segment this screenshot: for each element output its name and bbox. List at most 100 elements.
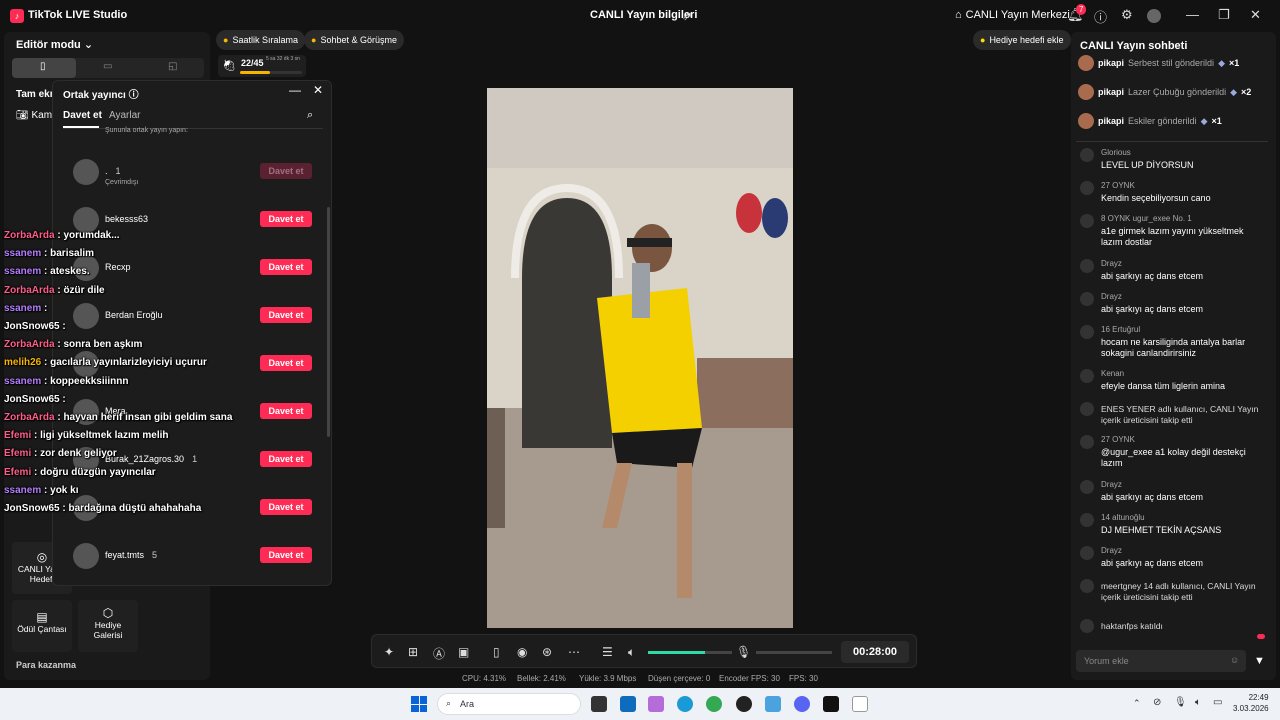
overlay-user: ZorbaArda xyxy=(4,284,55,296)
avatar[interactable] xyxy=(1147,9,1161,23)
system-clock[interactable]: 22:49 3.03.2026 xyxy=(1233,692,1269,714)
live-center-button[interactable]: ⌂ CANLI Yayın Merkezi xyxy=(955,9,1070,21)
invite-button[interactable]: Davet et xyxy=(260,259,312,275)
overlay-text: özür dile xyxy=(63,284,105,296)
close-dialog-icon[interactable]: ✕ xyxy=(313,83,323,97)
gift-goal-widget[interactable]: 🍓︎ 22/45 5 sa 32 dk 3 sn xyxy=(218,55,306,77)
share-icon[interactable]: ⇗ xyxy=(682,9,692,23)
scrollbar[interactable] xyxy=(327,207,330,437)
chat-username[interactable]: 14 altunoğlu xyxy=(1101,513,1145,522)
chat-username[interactable]: Kenan xyxy=(1101,369,1124,378)
upload-stat: Yükle: 3.9 Mbps xyxy=(579,674,637,683)
landscape-icon[interactable]: ▭ xyxy=(103,61,112,72)
search-icon[interactable]: ⌕ xyxy=(307,109,313,122)
notification-badge: 7 xyxy=(1076,4,1087,15)
caption-icon[interactable]: ▣ xyxy=(458,645,469,659)
overlay-text: doğru düzgün yayıncılar xyxy=(40,466,156,478)
battery-icon[interactable]: ▭ xyxy=(1213,697,1222,708)
close-icon[interactable]: ✕ xyxy=(1250,7,1261,23)
chat-username[interactable]: Glorious xyxy=(1101,148,1131,157)
replay-icon[interactable]: ⊛ xyxy=(542,645,552,659)
obs-app-icon[interactable] xyxy=(736,696,752,712)
orientation-segment[interactable]: ▯ ▭ ◱ xyxy=(12,58,204,78)
help-icon[interactable]: ⓘ xyxy=(1094,7,1107,26)
avatar xyxy=(1080,619,1094,633)
edge-app-icon[interactable] xyxy=(677,696,693,712)
settings-app-icon[interactable] xyxy=(765,696,781,712)
overlay-text: yorumdak... xyxy=(63,230,120,241)
phone-icon[interactable]: ▯ xyxy=(493,645,500,659)
tiktok-app-icon[interactable] xyxy=(823,696,839,712)
reward-bag-button[interactable]: ▤ Ödül Çantası xyxy=(12,600,72,652)
gift-gallery-button[interactable]: ⬡ Hediye Galerisi xyxy=(78,600,138,652)
record-icon[interactable]: ◉ xyxy=(517,645,527,659)
outlook-app-icon[interactable] xyxy=(620,696,636,712)
add-gift-goal-pill[interactable]: ● Hediye hedefi ekle xyxy=(973,30,1071,50)
discord-app-icon[interactable] xyxy=(794,696,810,712)
invite-button[interactable]: Davet et xyxy=(260,163,312,179)
invite-button[interactable]: Davet et xyxy=(260,499,312,515)
comment-input[interactable]: Yorum ekle ☺ xyxy=(1076,650,1246,672)
speaker-icon[interactable]: 🔈︎ xyxy=(628,645,635,660)
chat-username[interactable]: Drayz xyxy=(1101,480,1122,489)
volume-slider[interactable] xyxy=(648,651,732,654)
tab-invite[interactable]: Davet et xyxy=(63,110,102,121)
minimize-dialog-icon[interactable]: — xyxy=(289,83,301,97)
chat-username[interactable]: 27 OYNK xyxy=(1101,181,1135,190)
chat-username[interactable]: 16 Ertuğrul xyxy=(1101,325,1140,334)
network-icon[interactable]: ⊘ xyxy=(1153,697,1161,708)
invite-button[interactable]: Davet et xyxy=(260,403,312,419)
settings-sliders-icon[interactable]: ☰ xyxy=(602,645,613,659)
translate-icon[interactable]: ⊞ xyxy=(408,645,418,659)
invite-button[interactable]: Davet et xyxy=(260,547,312,563)
divider xyxy=(63,128,323,129)
microphone-icon[interactable]: 🎙︎ xyxy=(736,645,751,659)
system-message: meertgney 14 adlı kullanıcı, CANLI Yayın… xyxy=(1101,581,1256,602)
chevron-up-icon[interactable]: ⌃ xyxy=(1133,698,1141,709)
invite-button[interactable]: Davet et xyxy=(260,451,312,467)
more-icon[interactable]: ⋯ xyxy=(568,645,580,659)
send-icon[interactable]: ▼ xyxy=(1254,655,1265,667)
overlay-user: JonSnow65 xyxy=(4,503,60,514)
magic-icon[interactable]: ✦ xyxy=(384,645,394,659)
mic-tray-icon[interactable]: 🎙︎ xyxy=(1174,697,1187,708)
memory-stat: Bellek: 2.41% xyxy=(517,674,566,683)
maximize-icon[interactable]: ❐ xyxy=(1218,7,1230,23)
chat-username[interactable]: Drayz xyxy=(1101,546,1122,555)
windows-start-icon[interactable] xyxy=(411,696,427,712)
cohost-row: Berdan Eroğlu Davet et xyxy=(53,297,323,339)
notepad-app-icon[interactable] xyxy=(852,696,868,712)
tab-settings[interactable]: Ayarlar xyxy=(109,110,141,121)
chat-username[interactable]: Drayz xyxy=(1101,292,1122,301)
invite-button[interactable]: Davet et xyxy=(260,211,312,227)
hourly-ranking-pill[interactable]: ● Saatlik Sıralama xyxy=(216,30,305,50)
camera-item[interactable]: 📷︎ Kam xyxy=(16,110,52,121)
invite-button[interactable]: Davet et xyxy=(260,307,312,323)
info-icon[interactable]: ⓘ xyxy=(129,90,139,101)
volume-fill xyxy=(648,651,706,654)
bag-icon: ▤ xyxy=(36,610,48,624)
copilot-app-icon[interactable] xyxy=(648,696,664,712)
invite-button[interactable]: Davet et xyxy=(260,355,312,371)
chat-message: 27 OYNK Kendin seçebiliyorsun cano xyxy=(1080,181,1260,211)
chat-username[interactable]: 8 OYNK ugur_exee No. 1 xyxy=(1101,214,1192,223)
split-icon[interactable]: ◱ xyxy=(168,61,177,72)
ai-icon[interactable]: Ⓐ xyxy=(433,645,445,662)
live-timer: 00:28:00 xyxy=(841,641,909,663)
gear-icon[interactable]: ⚙ xyxy=(1121,7,1133,23)
chrome-app-icon[interactable] xyxy=(706,696,722,712)
minimize-icon[interactable]: — xyxy=(1186,7,1199,22)
chat-username[interactable]: 27 OYNK xyxy=(1101,435,1135,444)
terminal-app-icon[interactable] xyxy=(591,696,607,712)
volume-tray-icon[interactable]: 🔈︎ xyxy=(1195,697,1201,708)
viewer-count: 1 xyxy=(115,166,121,176)
chat-username[interactable]: Drayz xyxy=(1101,259,1122,268)
emoji-icon[interactable]: ☺ xyxy=(1230,655,1239,665)
stream-preview-image xyxy=(487,88,793,628)
chat-message: Drayz abi şarkıyı aç dans etcem xyxy=(1080,259,1260,289)
editor-mode-dropdown[interactable]: Editör modu ⌄ xyxy=(16,38,93,51)
mic-slider[interactable] xyxy=(756,651,832,654)
taskbar-search[interactable]: ⌕ Ara xyxy=(437,693,581,715)
chat-call-pill[interactable]: ● Sohbet & Görüşme xyxy=(304,30,404,50)
portrait-icon[interactable]: ▯ xyxy=(40,61,46,72)
